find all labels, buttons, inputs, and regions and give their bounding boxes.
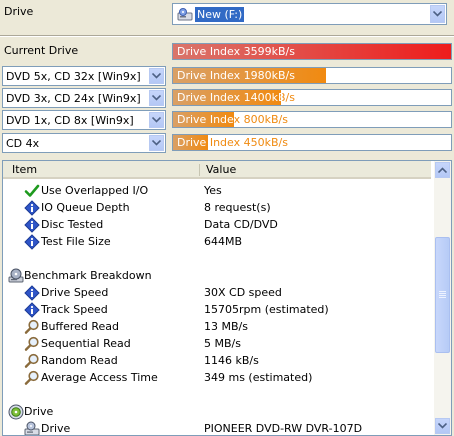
column-header-item[interactable]: Item — [12, 163, 37, 176]
row-item-label: Sequential Read — [41, 337, 131, 350]
row-item-label: Disc Tested — [41, 218, 104, 231]
row-item-label: Track Speed — [41, 303, 108, 316]
table-row[interactable]: Test File Size 644MB — [3, 233, 431, 250]
table-row[interactable]: Track Speed 15705rpm (estimated) — [3, 301, 431, 318]
speed-preset-select[interactable]: DVD 5x, CD 32x [Win9x] — [2, 66, 166, 86]
row-item-label: Drive — [41, 422, 71, 435]
table-row[interactable]: Drive PIONEER DVD-RW DVR-107D — [3, 420, 431, 435]
row-item-label: Average Access Time — [41, 371, 158, 384]
chevron-down-icon[interactable] — [149, 90, 164, 106]
disc-icon — [8, 404, 24, 420]
current-drive-index-bar: Drive Index 3599kB/s — [172, 43, 452, 60]
table-row[interactable]: Drive Speed 30X CD speed — [3, 284, 431, 301]
speed-preset-select[interactable]: DVD 3x, CD 24x [Win9x] — [2, 88, 166, 108]
speed-preset-value: DVD 5x, CD 32x [Win9x] — [6, 69, 141, 83]
row-item-label: Test File Size — [41, 235, 111, 248]
row-item-label: Buffered Read — [41, 320, 120, 333]
drive-index-bar: Drive Index 1400kB/sDrive Index 1400kB/s — [172, 89, 452, 106]
speed-preset-value: DVD 3x, CD 24x [Win9x] — [6, 91, 141, 105]
scroll-down-button[interactable] — [435, 418, 450, 434]
separator — [0, 35, 454, 37]
row-value: 30X CD speed — [204, 286, 282, 299]
drive-select[interactable]: New (F:) — [172, 3, 447, 25]
drive-selected-value: New (F:) — [195, 7, 245, 22]
scroll-thumb[interactable] — [435, 237, 450, 353]
row-value: 13 MB/s — [204, 320, 248, 333]
drive-index-bar: Drive Index 800kB/sDrive Index 800kB/s — [172, 111, 452, 128]
check-icon — [24, 183, 40, 199]
scroll-up-button[interactable] — [435, 162, 450, 178]
row-value: 1146 kB/s — [204, 354, 259, 367]
row-item-label: IO Queue Depth — [41, 201, 130, 214]
results-list[interactable]: Item Value Use Overlapped I/O Yes IO Queue… — [2, 160, 452, 436]
row-value: 5 MB/s — [204, 337, 241, 350]
vertical-scrollbar[interactable] — [434, 161, 451, 435]
drive-index-bar: Drive Index 450kB/s Drive Index 450kB/s — [172, 134, 452, 151]
row-item-label: Use Overlapped I/O — [41, 184, 149, 197]
info-icon — [24, 200, 40, 216]
row-item-label: Benchmark Breakdown — [24, 269, 152, 282]
chevron-down-icon[interactable] — [149, 68, 164, 84]
row-value: Yes — [204, 184, 222, 197]
row-value: 15705rpm (estimated) — [204, 303, 329, 316]
chevron-down-icon[interactable] — [149, 135, 164, 151]
info-icon — [24, 234, 40, 250]
row-item-label: Drive Speed — [41, 286, 109, 299]
column-divider[interactable] — [199, 164, 200, 176]
table-row[interactable]: Disc Tested Data CD/DVD — [3, 216, 431, 233]
current-drive-index-text: Drive Index 3599kB/s — [177, 45, 295, 58]
row-value: Data CD/DVD — [204, 218, 278, 231]
speed-preset-value: CD 4x — [6, 136, 40, 150]
table-row[interactable]: Buffered Read 13 MB/s — [3, 318, 431, 335]
speed-preset-select[interactable]: CD 4x — [2, 133, 166, 153]
chevron-down-icon[interactable] — [430, 5, 445, 23]
current-drive-label: Current Drive — [4, 44, 79, 57]
drive-icon — [24, 421, 40, 435]
magnifier-icon — [24, 353, 40, 369]
row-value: 349 ms (estimated) — [204, 371, 313, 384]
list-header: Item Value — [3, 161, 431, 179]
chevron-down-icon[interactable] — [149, 112, 164, 128]
row-item-label: Drive — [24, 405, 54, 418]
row-value: 644MB — [204, 235, 243, 248]
drive-index-bar: Drive Index 1980kB/sDrive Index 1980kB/s — [172, 67, 452, 84]
drive-label: Drive — [4, 5, 34, 18]
section-header-row[interactable]: Benchmark Breakdown — [3, 267, 431, 284]
table-row[interactable]: IO Queue Depth 8 request(s) — [3, 199, 431, 216]
row-value: 8 request(s) — [204, 201, 271, 214]
drive-index-text: Drive Index 1980kB/s — [177, 69, 295, 82]
benchmark-icon — [8, 268, 24, 284]
drive-icon — [177, 7, 193, 23]
magnifier-icon — [24, 370, 40, 386]
drive-index-text: Drive Index 1400kB/s — [177, 91, 295, 104]
magnifier-icon — [24, 319, 40, 335]
column-header-value[interactable]: Value — [206, 163, 236, 176]
row-value: PIONEER DVD-RW DVR-107D — [204, 422, 363, 435]
table-row[interactable]: Use Overlapped I/O Yes — [3, 182, 431, 199]
info-icon — [24, 217, 40, 233]
info-icon — [24, 302, 40, 318]
magnifier-icon — [24, 336, 40, 352]
table-row[interactable]: Random Read 1146 kB/s — [3, 352, 431, 369]
table-row[interactable]: Average Access Time 349 ms (estimated) — [3, 369, 431, 386]
row-item-label: Random Read — [41, 354, 118, 367]
info-icon — [24, 285, 40, 301]
table-row[interactable]: Sequential Read 5 MB/s — [3, 335, 431, 352]
section-header-row[interactable]: Drive — [3, 403, 431, 420]
speed-preset-select[interactable]: DVD 1x, CD 8x [Win9x] — [2, 110, 166, 130]
speed-preset-value: DVD 1x, CD 8x [Win9x] — [6, 113, 134, 127]
